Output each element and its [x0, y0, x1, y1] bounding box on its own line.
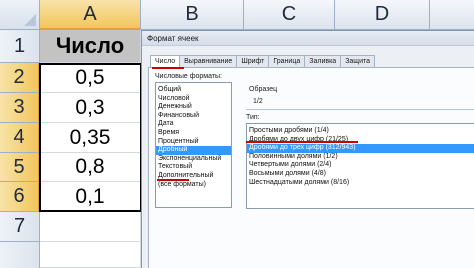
type-item-halves[interactable]: Половинными долями (1/2) [247, 153, 474, 162]
fraction-type-list[interactable]: Простыми дробями (1/4) Дробями до двух ц… [246, 123, 474, 209]
format-item-time[interactable]: Время [156, 129, 231, 138]
row-header-4[interactable]: 4 [0, 123, 40, 153]
sample-separator [246, 109, 474, 110]
cell-a3[interactable]: 0,3 [40, 93, 141, 123]
format-item-general[interactable]: Общий [156, 86, 231, 95]
tab-font[interactable]: Шрифт [236, 55, 270, 67]
type-item-quarters[interactable]: Четвертыми долями (2/4) [247, 161, 474, 170]
format-item-custom[interactable]: (все форматы) [156, 181, 231, 190]
cell-a6[interactable]: 0,1 [40, 182, 141, 212]
tab-protection[interactable]: Защита [340, 55, 375, 67]
column-header-next[interactable] [430, 0, 474, 30]
column-header-b[interactable]: B [141, 0, 244, 30]
number-formats-label: Числовые форматы: [155, 73, 222, 80]
dialog-title: Формат ячеек [142, 31, 474, 46]
format-item-fraction[interactable]: Дробный [156, 146, 231, 155]
cell-a2[interactable]: 0,5 [40, 63, 141, 93]
format-cells-dialog: Формат ячеек Число Выравнивание Шрифт Гр… [141, 30, 474, 268]
row-header-next[interactable] [0, 242, 40, 268]
column-header-a[interactable]: A [40, 0, 141, 30]
format-item-text[interactable]: Текстовый [156, 163, 231, 172]
number-tab-panel: Числовые форматы: Общий Числовой Денежны… [148, 67, 474, 268]
format-item-date[interactable]: Дата [156, 120, 231, 129]
type-annotation-underline [246, 141, 358, 143]
row-header-3[interactable]: 3 [0, 93, 40, 123]
dialog-tabs: Число Выравнивание Шрифт Граница Заливка… [150, 55, 375, 68]
type-item-sixteenths[interactable]: Шестнадцатыми долями (8/16) [247, 179, 474, 188]
sample-label: Образец [249, 86, 278, 93]
row-header-7[interactable]: 7 [0, 212, 40, 242]
row-header-2[interactable]: 2 [0, 63, 40, 93]
type-item-up-to-three-digits[interactable]: Дробями до трех цифр (312/943) [247, 144, 474, 153]
select-all-corner[interactable] [0, 0, 40, 30]
type-item-up-to-one-digit[interactable]: Простыми дробями (1/4) [247, 127, 474, 136]
cell-a4[interactable]: 0,35 [40, 123, 141, 153]
row-header-6[interactable]: 6 [0, 182, 40, 212]
tab-fill[interactable]: Заливка [304, 55, 342, 67]
column-header-c[interactable]: C [244, 0, 335, 30]
cell-a7[interactable] [40, 212, 141, 242]
number-formats-list[interactable]: Общий Числовой Денежный Финансовый Дата … [155, 82, 232, 208]
cell-a5[interactable]: 0,8 [40, 153, 141, 182]
type-item-eighths[interactable]: Восьмыми долями (4/8) [247, 170, 474, 179]
format-item-accounting[interactable]: Финансовый [156, 112, 231, 121]
cell-a8[interactable] [40, 242, 141, 268]
type-label: Тип: [246, 114, 260, 121]
sample-value: 1/2 [253, 98, 263, 105]
cell-a1[interactable]: Число [40, 30, 141, 63]
column-header-d[interactable]: D [335, 0, 430, 30]
tab-alignment[interactable]: Выравнивание [179, 55, 238, 67]
row-header-5[interactable]: 5 [0, 153, 40, 182]
select-all-triangle-icon [24, 14, 36, 26]
format-item-currency[interactable]: Денежный [156, 103, 231, 112]
tab-border[interactable]: Граница [268, 55, 306, 67]
row-header-1[interactable]: 1 [0, 30, 40, 63]
format-item-percentage[interactable]: Процентный [156, 138, 231, 147]
format-item-number[interactable]: Числовой [156, 95, 231, 104]
fraction-annotation-underline [157, 179, 189, 181]
tab-annotation-underline [152, 67, 184, 69]
